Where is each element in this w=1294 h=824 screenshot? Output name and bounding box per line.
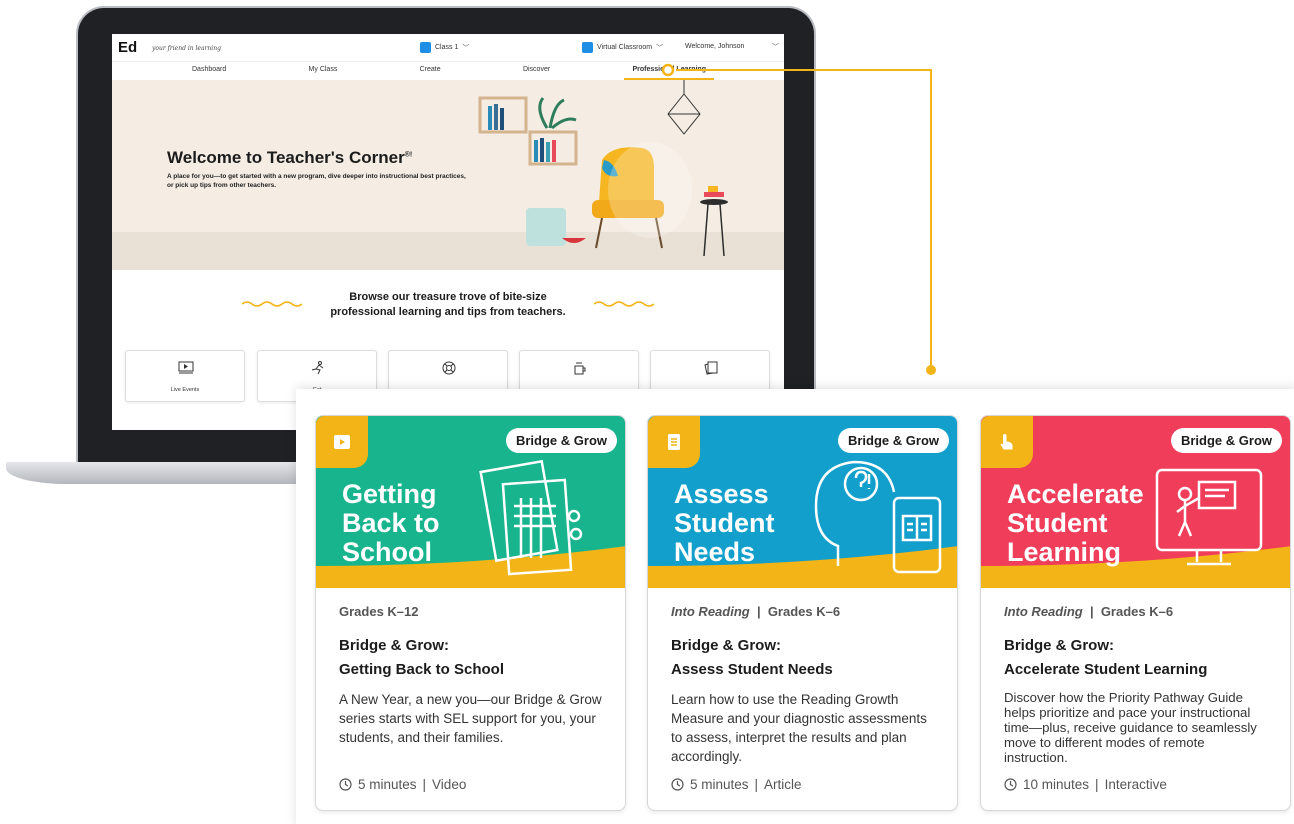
card-program: Into Reading (1004, 604, 1083, 619)
video-screen-icon (178, 361, 194, 374)
card-hero: Bridge & Grow Getting Back to School (316, 416, 625, 588)
camera-icon (582, 42, 593, 53)
connector-dot-icon (661, 63, 675, 77)
card-body: Into Reading | Grades K–6 Bridge & Grow:… (671, 604, 939, 766)
card-format: Interactive (1104, 777, 1167, 792)
virtual-classroom-label: Virtual Classroom (597, 44, 653, 51)
clock-icon (1004, 778, 1017, 791)
series-badge: Bridge & Grow (1170, 428, 1282, 453)
card-hero: Bridge & Grow Assess Student Needs (648, 416, 957, 588)
card-grades: Into Reading | Grades K–6 (671, 604, 841, 619)
hero-title: Welcome to Teacher's Corner®! (167, 148, 413, 167)
clock-icon (671, 778, 684, 791)
card-title-line2[interactable]: Assess Student Needs (671, 661, 939, 678)
card-title-line1: Bridge & Grow: (671, 637, 782, 654)
connector-line (676, 69, 932, 71)
cards-panel: Bridge & Grow Getting Back to School Gra… (296, 389, 1294, 824)
browse-section: Browse our treasure trove of bite-size p… (112, 270, 784, 350)
card-body: Grades K–12 Bridge & Grow: Getting Back … (339, 604, 607, 747)
connector-line (930, 69, 932, 369)
virtual-classroom-selector[interactable]: Virtual Classroom ﹀ (582, 42, 663, 53)
course-card[interactable]: Bridge & Grow Assess Student Needs Into … (647, 415, 958, 811)
card-duration: 5 minutes (690, 777, 749, 792)
play-icon (334, 435, 350, 449)
course-card[interactable]: Bridge & Grow Getting Back to School Gra… (315, 415, 626, 811)
card-title-line2[interactable]: Getting Back to School (339, 661, 607, 678)
class-selector-label: Class 1 (435, 44, 459, 51)
series-badge: Bridge & Grow (505, 428, 617, 453)
card-duration: 5 minutes (358, 777, 417, 792)
card-description: Discover how the Priority Pathway Guide … (1004, 690, 1257, 765)
meta-separator: | (1095, 777, 1099, 792)
app-logo[interactable]: Ed (118, 39, 137, 56)
hero-banner: Welcome to Teacher's Corner®! A place fo… (112, 80, 784, 270)
laptop-screen: Ed your friend in learning Class 1 ﹀ Vir… (112, 34, 784, 430)
meta-separator: | (422, 777, 427, 792)
card-description: A New Year, a new you—our Bridge & Grow … (339, 692, 602, 745)
card-title-line2[interactable]: Accelerate Student Learning (1004, 661, 1272, 678)
user-menu[interactable]: Welcome, Johnson (685, 43, 744, 50)
card-grades: Into Reading | Grades K–6 (1004, 604, 1174, 619)
card-grades: Grades K–12 (339, 604, 419, 619)
document-icon (668, 434, 680, 450)
lounge-chair-illustration (478, 80, 728, 257)
pointer-hand-icon (1000, 434, 1013, 450)
main-nav: Dashboard My Class Create Discover Profe… (112, 62, 784, 80)
class-icon (420, 42, 431, 53)
nav-create[interactable]: Create (412, 62, 449, 80)
interactive-type-badge (981, 416, 1033, 468)
meta-separator: | (754, 777, 759, 792)
card-hero: Bridge & Grow Accelerate Student Learnin… (981, 416, 1290, 588)
card-description: Learn how to use the Reading Growth Meas… (671, 692, 927, 764)
chevron-down-icon[interactable]: ﹀ (772, 42, 779, 52)
tile-label: Live Events (170, 387, 200, 393)
lifebuoy-icon (442, 361, 456, 375)
card-hero-title: Assess Student Needs (674, 479, 775, 567)
nav-my-class[interactable]: My Class (301, 62, 346, 80)
tile-live-events[interactable]: Live Events (125, 350, 245, 402)
class-selector[interactable]: Class 1 ﹀ (420, 42, 469, 53)
coffee-cup-icon (574, 362, 586, 375)
card-duration: 10 minutes (1023, 777, 1090, 792)
stage: Ed your friend in learning Class 1 ﹀ Vir… (0, 0, 1294, 824)
browse-heading: Browse our treasure trove of bite-size p… (330, 291, 566, 318)
course-card[interactable]: Bridge & Grow Accelerate Student Learnin… (980, 415, 1291, 811)
connector-end-dot (926, 365, 936, 375)
series-badge: Bridge & Grow (837, 428, 949, 453)
card-body: Into Reading | Grades K–6 Bridge & Grow:… (1004, 604, 1272, 765)
cards-icon (704, 361, 718, 375)
card-hero-title: Accelerate Student Learning (1007, 479, 1144, 567)
chevron-down-icon: ﹀ (656, 44, 664, 52)
article-type-badge (648, 416, 700, 468)
clock-icon (339, 778, 352, 791)
card-hero-title: Getting Back to School (342, 479, 440, 567)
logo-tagline: your friend in learning (152, 45, 221, 52)
card-meta: 10 minutes | Interactive (1004, 777, 1167, 792)
app-header: Ed your friend in learning Class 1 ﹀ Vir… (112, 34, 784, 62)
chevron-down-icon: ﹀ (462, 44, 470, 52)
card-program: Into Reading (671, 604, 750, 619)
card-meta: 5 minutes | Video (339, 777, 466, 792)
video-type-badge (316, 416, 368, 468)
card-meta: 5 minutes | Article (671, 777, 802, 792)
card-format: Video (432, 777, 467, 792)
hero-subtitle: A place for you—to get started with a ne… (167, 173, 466, 189)
runner-icon (311, 361, 324, 375)
nav-dashboard[interactable]: Dashboard (184, 62, 234, 80)
card-title-line1: Bridge & Grow: (1004, 637, 1115, 654)
nav-discover[interactable]: Discover (515, 62, 558, 80)
card-format: Article (764, 777, 802, 792)
card-title-line1: Bridge & Grow: (339, 637, 450, 654)
